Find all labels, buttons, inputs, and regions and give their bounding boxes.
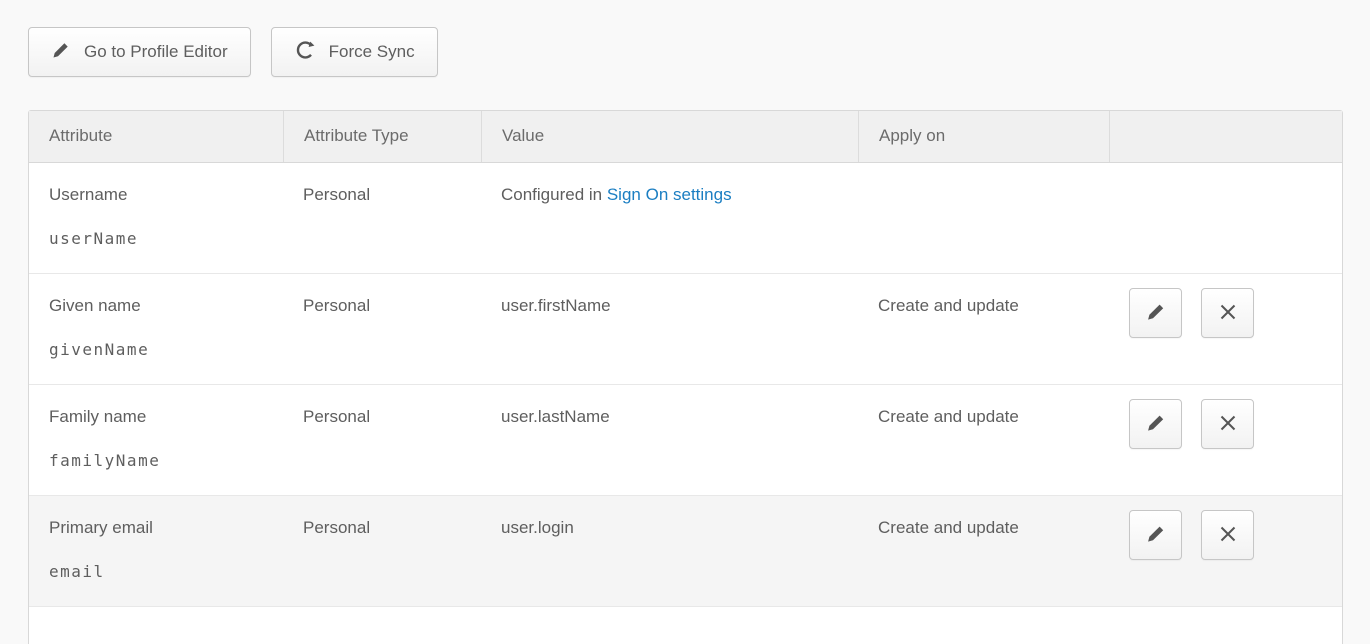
apply-on-cell: Create and update [858,274,1109,384]
attribute-label: Family name [49,406,283,427]
close-icon [1217,523,1239,548]
attribute-variable-name: familyName [49,450,283,471]
actions-cell [1109,163,1342,273]
close-icon [1217,412,1239,437]
apply-on-cell: Create and update [858,496,1109,606]
actions-cell [1109,385,1342,495]
attribute-cell: Given name givenName [29,274,283,384]
value-cell: user.lastName [481,385,858,495]
column-header-value: Value [481,111,858,162]
delete-attribute-button[interactable] [1201,288,1254,338]
attribute-type-cell: Personal [283,385,481,495]
attribute-label: Given name [49,295,283,316]
table-header-row: Attribute Attribute Type Value Apply on [29,111,1342,163]
attribute-mapping-table: Attribute Attribute Type Value Apply on … [28,110,1343,644]
sign-on-settings-link[interactable]: Sign On settings [607,185,732,204]
delete-attribute-button[interactable] [1201,399,1254,449]
apply-on-cell: Create and update [858,385,1109,495]
attribute-cell: Family name familyName [29,385,283,495]
edit-attribute-button[interactable] [1129,510,1182,560]
table-row: Username userName Personal Configured in… [29,163,1342,274]
actions-cell [1109,496,1342,606]
table-row: Family name familyName Personal user.las… [29,385,1342,496]
attribute-type-cell: Personal [283,496,481,606]
column-header-actions [1109,111,1342,162]
attribute-type-cell: Personal [283,274,481,384]
pencil-icon [1145,301,1167,326]
edit-attribute-button[interactable] [1129,288,1182,338]
pencil-icon [51,40,71,65]
table-row: Primary email email Personal user.login … [29,496,1342,607]
attribute-label: Primary email [49,517,283,538]
column-header-apply-on: Apply on [858,111,1109,162]
attribute-cell: Username userName [29,163,283,273]
attribute-variable-name: email [49,561,283,582]
force-sync-label: Force Sync [329,42,415,62]
value-text: Configured in [501,185,607,204]
value-cell: user.login [481,496,858,606]
attribute-cell: Primary email email [29,496,283,606]
apply-on-cell [858,163,1109,273]
pencil-icon [1145,523,1167,548]
delete-attribute-button[interactable] [1201,510,1254,560]
force-sync-button[interactable]: Force Sync [271,27,438,77]
table-row-partial [29,607,1342,644]
attribute-type-cell: Personal [283,163,481,273]
attribute-variable-name: userName [49,228,283,249]
value-cell: user.firstName [481,274,858,384]
value-cell: Configured in Sign On settings [481,163,858,273]
column-header-attribute: Attribute [29,111,283,162]
actions-cell [1109,274,1342,384]
pencil-icon [1145,412,1167,437]
close-icon [1217,301,1239,326]
edit-attribute-button[interactable] [1129,399,1182,449]
attribute-label: Username [49,184,283,205]
toolbar: Go to Profile Editor Force Sync [28,27,1370,77]
go-to-profile-editor-label: Go to Profile Editor [84,42,228,62]
go-to-profile-editor-button[interactable]: Go to Profile Editor [28,27,251,77]
attribute-variable-name: givenName [49,339,283,360]
table-row: Given name givenName Personal user.first… [29,274,1342,385]
refresh-icon [294,39,316,66]
column-header-attribute-type: Attribute Type [283,111,481,162]
